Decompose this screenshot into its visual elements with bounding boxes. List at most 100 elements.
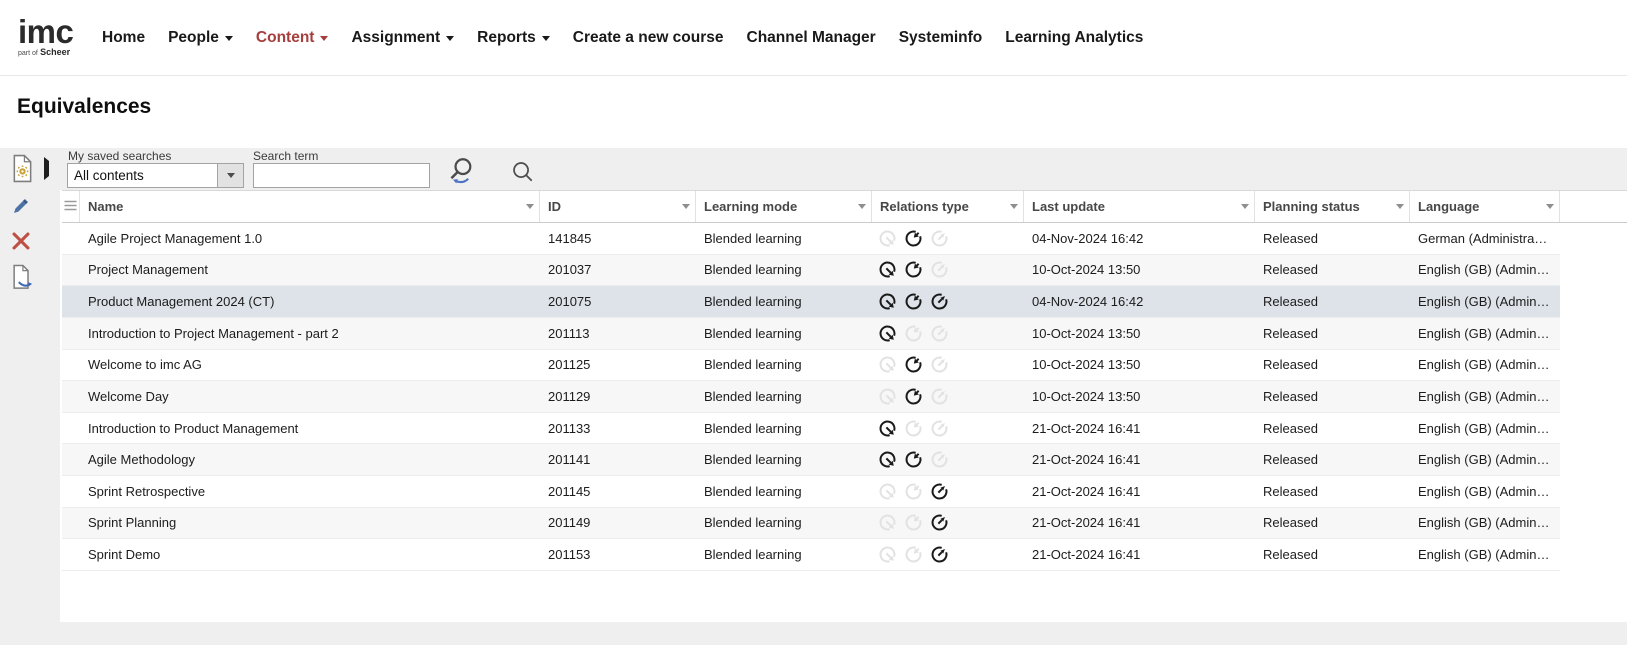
delete-saved-search-button[interactable] <box>9 229 33 253</box>
column-header-language[interactable]: Language <box>1410 191 1560 222</box>
nav-item-channel-manager[interactable]: Channel Manager <box>747 29 876 47</box>
column-filter-chevron-icon[interactable] <box>1546 204 1554 209</box>
saved-searches-select[interactable]: All contents <box>67 163 244 188</box>
table-row[interactable]: Introduction to Product Management201133… <box>62 413 1560 445</box>
column-header-name[interactable]: Name <box>80 191 540 222</box>
column-filter-chevron-icon[interactable] <box>858 204 866 209</box>
table-header-filler <box>1560 191 1627 222</box>
id-cell: 141845 <box>540 231 696 246</box>
nav-item-reports[interactable]: Reports <box>477 29 550 47</box>
export-button[interactable] <box>10 264 34 292</box>
column-filter-chevron-icon[interactable] <box>1396 204 1404 209</box>
relations-type-cell <box>872 449 1024 470</box>
planning-status-cell: Released <box>1255 231 1410 246</box>
table-row[interactable]: Introduction to Project Management - par… <box>62 318 1560 350</box>
nav-item-people[interactable]: People <box>168 29 233 47</box>
relation-arrow-out-up-icon <box>929 386 950 407</box>
column-header-id[interactable]: ID <box>540 191 696 222</box>
relations-type-cell <box>872 259 1024 280</box>
language-cell: German (Administra… <box>1410 231 1560 246</box>
table-row[interactable]: Agile Project Management 1.0141845Blende… <box>62 223 1560 255</box>
learning-mode-cell: Blended learning <box>696 231 872 246</box>
learning-mode-cell: Blended learning <box>696 484 872 499</box>
nav-item-create-a-new-course[interactable]: Create a new course <box>573 29 724 47</box>
last-update-cell: 10-Oct-2024 13:50 <box>1024 262 1255 277</box>
nav-item-assignment[interactable]: Assignment <box>351 29 454 47</box>
learning-mode-cell: Blended learning <box>696 389 872 404</box>
column-header-planning-status[interactable]: Planning status <box>1255 191 1410 222</box>
relation-arrow-out-up-icon <box>929 354 950 375</box>
table-row[interactable]: Sprint Demo201153Blended learning21-Oct-… <box>62 539 1560 571</box>
name-cell: Sprint Retrospective <box>80 484 540 499</box>
dropdown-button[interactable] <box>217 164 243 187</box>
table-header-row: Name ID Learning modeRelations type Last up… <box>62 190 1627 223</box>
bottom-scroll-area <box>0 622 1627 645</box>
table-row[interactable]: Welcome Day201129Blended learning10-Oct-… <box>62 381 1560 413</box>
planning-status-cell: Released <box>1255 357 1410 372</box>
pencil-icon <box>10 205 33 220</box>
rail-expand-button[interactable] <box>41 164 51 174</box>
table-row[interactable]: Project Management201037Blended learning… <box>62 255 1560 287</box>
relation-arrow-out-down-icon <box>877 386 898 407</box>
chevron-down-icon <box>227 173 235 178</box>
last-update-cell: 21-Oct-2024 16:41 <box>1024 452 1255 467</box>
relation-arrow-out-up-icon <box>929 544 950 565</box>
column-header-label: Language <box>1418 199 1479 214</box>
nav-item-systeminfo[interactable]: Systeminfo <box>899 29 983 47</box>
column-filter-chevron-icon[interactable] <box>1010 204 1018 209</box>
chevron-down-icon <box>320 36 328 41</box>
search-term-input[interactable] <box>253 163 430 188</box>
document-gear-icon <box>11 171 34 186</box>
saved-searches-label: My saved searches <box>68 149 171 163</box>
nav-item-label: Create a new course <box>573 29 724 47</box>
column-filter-chevron-icon[interactable] <box>526 204 534 209</box>
planning-status-cell: Released <box>1255 452 1410 467</box>
learning-mode-cell: Blended learning <box>696 262 872 277</box>
logo-tagline: part of Scheer <box>18 48 74 57</box>
relation-arrow-in-icon <box>903 291 924 312</box>
chevron-down-icon <box>542 36 550 41</box>
nav-item-label: Learning Analytics <box>1005 29 1143 47</box>
relation-arrow-in-icon <box>903 481 924 502</box>
language-cell: English (GB) (Admin… <box>1410 326 1560 341</box>
column-filter-chevron-icon[interactable] <box>1241 204 1249 209</box>
relation-arrow-out-down-icon <box>877 228 898 249</box>
filter-toolbar <box>0 148 1627 190</box>
table-row[interactable]: Welcome to imc AG201125Blended learning1… <box>62 350 1560 382</box>
relations-type-cell <box>872 481 1024 502</box>
table-row[interactable]: Product Management 2024 (CT)201075Blende… <box>62 286 1560 318</box>
edit-saved-search-button[interactable] <box>10 194 33 217</box>
search-button[interactable] <box>510 159 535 184</box>
relation-arrow-in-icon <box>903 323 924 344</box>
chevron-down-icon <box>225 36 233 41</box>
relation-arrow-out-down-icon <box>877 544 898 565</box>
table-row[interactable]: Sprint Retrospective201145Blended learni… <box>62 476 1560 508</box>
relation-arrow-out-down-icon <box>877 418 898 439</box>
column-header-last-update[interactable]: Last update <box>1024 191 1255 222</box>
row-handle-column-header[interactable] <box>62 191 80 222</box>
language-cell: English (GB) (Admin… <box>1410 421 1560 436</box>
column-header-label: Last update <box>1032 199 1105 214</box>
run-saved-search-button[interactable] <box>444 155 477 186</box>
relation-arrow-out-down-icon <box>877 449 898 470</box>
planning-status-cell: Released <box>1255 484 1410 499</box>
relations-type-cell <box>872 291 1024 312</box>
learning-mode-cell: Blended learning <box>696 421 872 436</box>
column-header-label: ID <box>548 199 561 214</box>
table-row[interactable]: Sprint Planning201149Blended learning21-… <box>62 508 1560 540</box>
nav-item-learning-analytics[interactable]: Learning Analytics <box>1005 29 1143 47</box>
learning-mode-cell: Blended learning <box>696 357 872 372</box>
relations-type-cell <box>872 418 1024 439</box>
nav-item-content[interactable]: Content <box>256 29 329 47</box>
table-row[interactable]: Agile Methodology201141Blended learning2… <box>62 444 1560 476</box>
column-header-learning-mode[interactable]: Learning mode <box>696 191 872 222</box>
saved-search-options-button[interactable] <box>11 154 34 183</box>
column-header-relations-type[interactable]: Relations type <box>872 191 1024 222</box>
learning-mode-cell: Blended learning <box>696 294 872 309</box>
id-cell: 201125 <box>540 357 696 372</box>
id-cell: 201153 <box>540 547 696 562</box>
nav-item-home[interactable]: Home <box>102 29 145 47</box>
column-filter-chevron-icon[interactable] <box>682 204 690 209</box>
export-document-icon <box>10 280 34 295</box>
imc-logo[interactable]: imc part of Scheer <box>18 18 74 57</box>
